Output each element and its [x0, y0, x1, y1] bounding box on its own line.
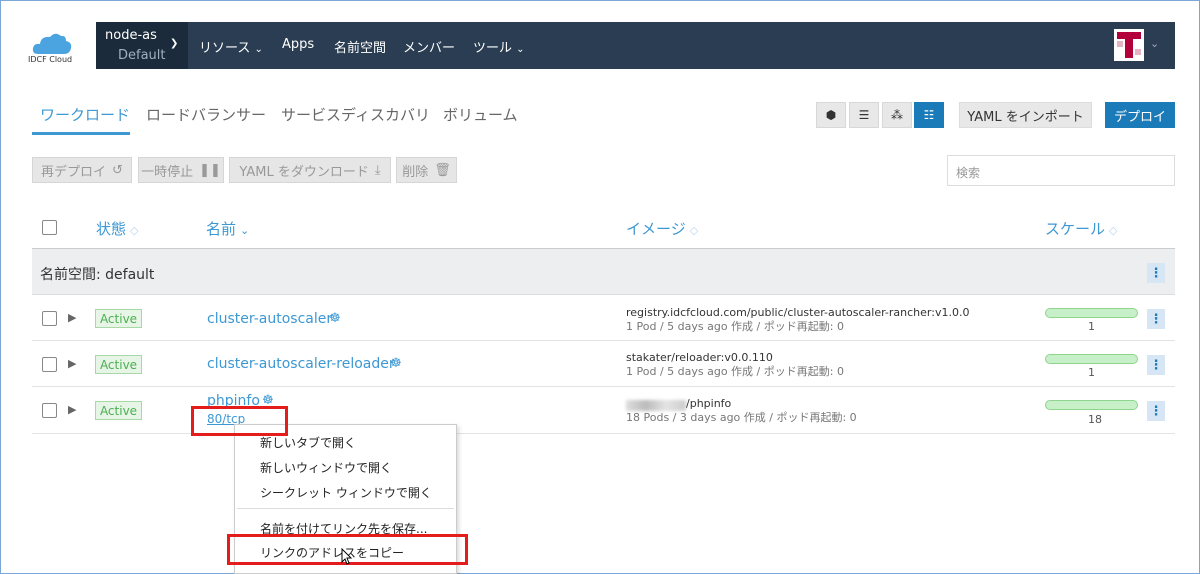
select-all-checkbox[interactable] [42, 220, 57, 235]
tree-list-icon: ☷ [923, 108, 935, 122]
pause-button[interactable]: 一時停止 ❚❚ [138, 157, 224, 183]
download-yaml-button[interactable]: YAML をダウンロード ⤓ [229, 157, 391, 183]
deploy-button[interactable]: デプロイ [1105, 102, 1175, 128]
cluster-project: Default [118, 48, 166, 63]
workload-detail: 18 Pods / 3 days ago 作成 / ポッド再起動: 0 [626, 411, 857, 424]
tab-workloads[interactable]: ワークロード [40, 104, 130, 125]
menu-open-new-window[interactable]: 新しいウィンドウで開く [260, 459, 392, 476]
pause-icon: ❚❚ [199, 162, 221, 178]
sort-icon: ◇ [130, 224, 139, 237]
view-group-button[interactable]: ⁂ [882, 102, 912, 128]
scale-count: 1 [1088, 366, 1095, 379]
row-checkbox[interactable] [42, 403, 57, 418]
status-badge: Active [95, 401, 142, 420]
cluster-selector[interactable]: node-as Default ❯ [96, 22, 188, 69]
workload-name-link[interactable]: cluster-autoscaler [207, 311, 332, 327]
sort-icon: ◇ [1109, 224, 1118, 237]
redeploy-button[interactable]: 再デプロイ ↺ [32, 157, 132, 183]
column-scale[interactable]: スケール ◇ [1045, 218, 1117, 239]
refresh-icon: ↺ [112, 162, 123, 178]
expand-icon[interactable]: ▶ [68, 311, 76, 324]
import-yaml-button[interactable]: YAML をインポート [959, 102, 1092, 128]
sort-icon: ◇ [689, 224, 699, 237]
active-tab-indicator [32, 132, 130, 135]
namespace-label: 名前空間: default [40, 267, 155, 283]
status-badge: Active [95, 309, 142, 328]
hexagon-icon: ⬢ [825, 108, 837, 122]
nav-members[interactable]: メンバー [403, 37, 455, 56]
menu-open-new-tab[interactable]: 新しいタブで開く [260, 434, 356, 451]
row-divider [32, 386, 1175, 387]
top-navigation: node-as Default ❯ リソース ⌄ Apps 名前空間 メンバー … [96, 22, 1175, 69]
chevron-down-icon: ⌄ [254, 44, 263, 55]
nav-apps[interactable]: Apps [282, 37, 314, 52]
status-badge: Active [95, 355, 142, 374]
chevron-down-icon: ⌄ [516, 44, 525, 55]
row-divider [32, 340, 1175, 341]
workload-type-icon: ☸ [329, 311, 341, 326]
list-icon: ☰ [858, 108, 870, 122]
nav-resources[interactable]: リソース ⌄ [199, 37, 263, 56]
download-icon: ⤓ [374, 162, 381, 178]
chevron-down-icon[interactable]: ⌄ [1150, 37, 1159, 50]
scale-count: 1 [1088, 320, 1095, 333]
workload-detail: 1 Pod / 5 days ago 作成 / ポッド再起動: 0 [626, 320, 844, 333]
scale-bar [1045, 308, 1138, 318]
logo-text: IDCF Cloud [28, 55, 73, 64]
nav-namespaces[interactable]: 名前空間 [334, 37, 386, 56]
mouse-cursor-icon [341, 548, 353, 565]
cluster-name: node-as [105, 28, 157, 43]
view-list-button[interactable]: ☰ [849, 102, 879, 128]
view-namespace-button[interactable]: ☷ [914, 102, 944, 128]
namespace-group-row: 名前空間: default ⋮ [32, 248, 1175, 295]
column-name[interactable]: 名前 ⌄ [206, 218, 249, 239]
scale-bar [1045, 400, 1138, 410]
chevron-down-icon: ❯ [170, 38, 179, 49]
column-state[interactable]: 状態 ◇ [96, 218, 138, 239]
workload-type-icon: ☸ [390, 356, 402, 371]
menu-open-incognito[interactable]: シークレット ウィンドウで開く [260, 484, 432, 501]
tab-volumes[interactable]: ボリューム [443, 104, 518, 125]
scale-count: 18 [1088, 413, 1102, 426]
tab-service-discovery[interactable]: サービスディスカバリ [281, 104, 430, 125]
row-checkbox[interactable] [42, 357, 57, 372]
user-avatar[interactable] [1114, 29, 1144, 61]
scale-bar [1045, 354, 1138, 364]
namespace-menu-button[interactable]: ⋮ [1147, 263, 1165, 283]
view-node-button[interactable]: ⬢ [816, 102, 846, 128]
menu-separator [237, 508, 454, 509]
row-menu-button[interactable]: ⋮ [1147, 355, 1165, 375]
delete-button[interactable]: 削除 🗑 [396, 157, 457, 183]
group-icon: ⁂ [891, 108, 903, 122]
workload-detail: 1 Pod / 5 days ago 作成 / ポッド再起動: 0 [626, 365, 844, 378]
search-input[interactable]: 検索 [947, 155, 1175, 186]
nav-tools[interactable]: ツール ⌄ [473, 37, 525, 56]
row-menu-button[interactable]: ⋮ [1147, 309, 1165, 329]
sort-down-icon: ⌄ [240, 224, 250, 237]
row-checkbox[interactable] [42, 311, 57, 326]
tab-load-balancers[interactable]: ロードバランサー [146, 104, 266, 125]
expand-icon[interactable]: ▶ [68, 403, 76, 416]
workload-name-link[interactable]: cluster-autoscaler-reloader [207, 356, 395, 372]
row-menu-button[interactable]: ⋮ [1147, 401, 1165, 421]
trash-icon: 🗑 [434, 162, 451, 178]
highlight-port-link [191, 406, 288, 436]
column-image[interactable]: イメージ ◇ [626, 218, 698, 239]
expand-icon[interactable]: ▶ [68, 357, 76, 370]
